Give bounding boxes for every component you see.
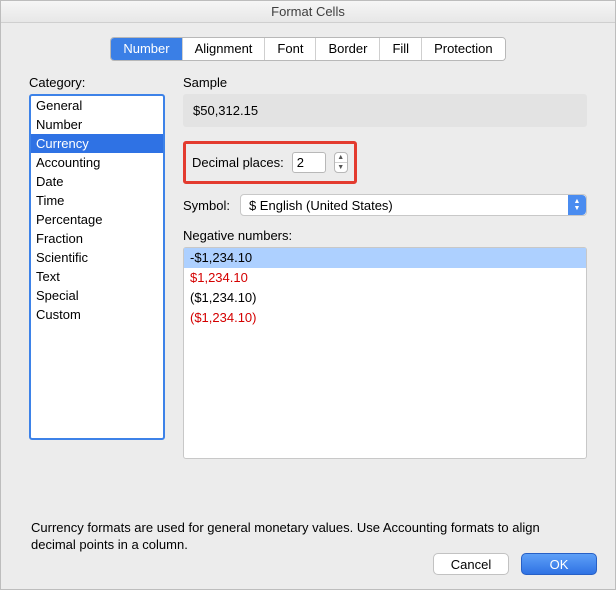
category-item-fraction[interactable]: Fraction — [31, 229, 163, 248]
category-item-number[interactable]: Number — [31, 115, 163, 134]
decimal-places-highlight: Decimal places: ▲ ▼ — [183, 141, 357, 184]
category-item-time[interactable]: Time — [31, 191, 163, 210]
window-title: Format Cells — [271, 4, 345, 19]
tab-border[interactable]: Border — [316, 38, 380, 60]
category-item-custom[interactable]: Custom — [31, 305, 163, 324]
category-item-general[interactable]: General — [31, 96, 163, 115]
title-bar: Format Cells — [1, 1, 615, 23]
tab-protection[interactable]: Protection — [422, 38, 505, 60]
symbol-select[interactable]: $ English (United States) ▲▼ — [240, 194, 587, 216]
tab-font[interactable]: Font — [265, 38, 316, 60]
symbol-label: Symbol: — [183, 198, 230, 213]
category-label: Category: — [29, 75, 165, 90]
category-item-special[interactable]: Special — [31, 286, 163, 305]
description-text: Currency formats are used for general mo… — [31, 519, 585, 553]
tab-number[interactable]: Number — [111, 38, 182, 60]
tab-fill[interactable]: Fill — [380, 38, 422, 60]
cancel-button[interactable]: Cancel — [433, 553, 509, 575]
decimal-places-stepper[interactable]: ▲ ▼ — [334, 152, 348, 173]
category-item-accounting[interactable]: Accounting — [31, 153, 163, 172]
sample-label: Sample — [183, 75, 587, 90]
negative-numbers-list[interactable]: -$1,234.10$1,234.10($1,234.10)($1,234.10… — [183, 247, 587, 459]
negative-item[interactable]: $1,234.10 — [184, 268, 586, 288]
negative-item[interactable]: -$1,234.10 — [184, 248, 586, 268]
format-cells-dialog: Format Cells NumberAlignmentFontBorderFi… — [0, 0, 616, 590]
category-item-text[interactable]: Text — [31, 267, 163, 286]
negative-numbers-label: Negative numbers: — [183, 228, 587, 243]
dialog-content: Category: GeneralNumberCurrencyAccountin… — [1, 61, 615, 553]
category-item-currency[interactable]: Currency — [31, 134, 163, 153]
decimal-places-input[interactable] — [292, 152, 326, 173]
stepper-up-icon[interactable]: ▲ — [335, 153, 347, 163]
negative-item[interactable]: ($1,234.10) — [184, 288, 586, 308]
stepper-down-icon[interactable]: ▼ — [335, 163, 347, 172]
negative-item[interactable]: ($1,234.10) — [184, 308, 586, 328]
category-item-scientific[interactable]: Scientific — [31, 248, 163, 267]
category-item-date[interactable]: Date — [31, 172, 163, 191]
symbol-value: $ English (United States) — [249, 198, 393, 213]
decimal-places-label: Decimal places: — [192, 155, 284, 170]
dialog-footer: Cancel OK — [433, 553, 597, 575]
tab-bar: NumberAlignmentFontBorderFillProtection — [1, 37, 615, 61]
sample-value: $50,312.15 — [183, 94, 587, 127]
updown-arrows-icon: ▲▼ — [568, 195, 586, 215]
category-item-percentage[interactable]: Percentage — [31, 210, 163, 229]
tab-alignment[interactable]: Alignment — [183, 38, 266, 60]
category-list[interactable]: GeneralNumberCurrencyAccountingDateTimeP… — [29, 94, 165, 440]
ok-button[interactable]: OK — [521, 553, 597, 575]
